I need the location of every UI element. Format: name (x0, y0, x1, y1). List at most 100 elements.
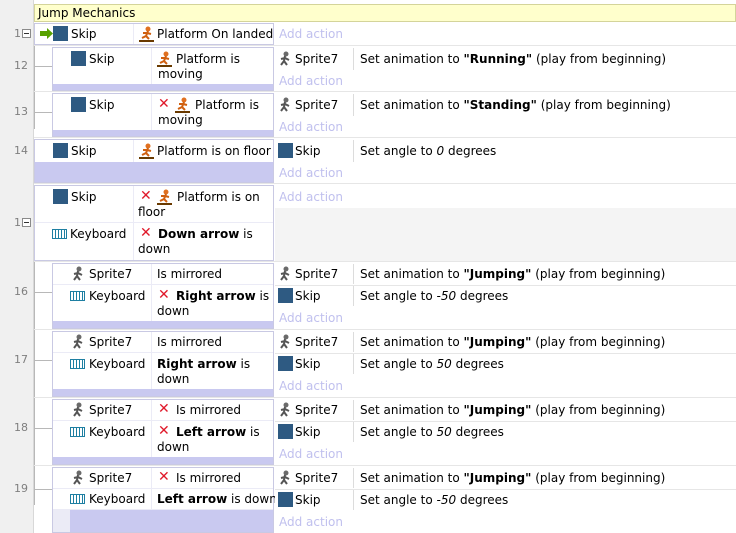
event-18-condition-cell-2[interactable]: ✕ Left arrow is down (152, 421, 273, 457)
object-name: Skip (71, 190, 97, 204)
event-11-condition-cell[interactable]: Platform On landed (134, 24, 273, 44)
platform-icon (157, 189, 172, 205)
add-action-link[interactable]: Add action (279, 27, 343, 41)
event-17-object-cell-1[interactable]: Sprite7 (53, 332, 151, 352)
keyboard-icon (70, 359, 85, 369)
sprite-icon (280, 402, 290, 417)
keyboard-icon (70, 427, 85, 437)
event-16-object-cell-2[interactable]: Keyboard (53, 285, 151, 321)
sprite-icon (280, 51, 290, 66)
action-text: Set animation toSet angle to 0 degrees (360, 144, 497, 158)
action-text: Set animation to "Jumping" (play from be… (360, 267, 666, 281)
event-12-actions[interactable]: Sprite7 Set animation to "Running" (play… (275, 48, 736, 90)
event-15-object-cell-1[interactable]: Skip (35, 186, 133, 222)
event-13-condition-cell[interactable]: ✕ Platform is moving (152, 94, 273, 130)
column-divider (353, 48, 354, 70)
event-13-object-cell[interactable]: Skip (53, 94, 151, 130)
event-group-header[interactable]: Jump Mechanics (34, 4, 736, 22)
condition-text: Platform is (195, 98, 260, 112)
separator (275, 353, 736, 354)
event-footer (53, 457, 273, 464)
platform-icon (175, 97, 190, 113)
event-11-actions[interactable]: Add action (275, 24, 736, 44)
action-text: Set angle to 50 degrees (360, 425, 504, 439)
separator (275, 285, 736, 286)
object-name: Skip (71, 27, 97, 41)
event-14-object-cell[interactable]: Skip (35, 140, 133, 162)
collapse-icon[interactable] (22, 29, 31, 38)
condition-text: Platform On landed (157, 27, 274, 41)
event-19-condition-cell-1[interactable]: ✕ Is mirrored (152, 468, 273, 488)
event-18-object-cell-2[interactable]: Keyboard (53, 421, 151, 457)
event-18-condition-cell-1[interactable]: ✕ Is mirrored (152, 400, 273, 420)
line-number-gutter (0, 0, 34, 533)
tree-line (35, 292, 52, 293)
event-18-actions[interactable]: Sprite7 Set animation to "Jumping" (play… (275, 400, 736, 464)
condition-text-cont: floor (138, 205, 166, 219)
tree-line (35, 428, 52, 429)
tree-line (35, 112, 52, 113)
add-action-link[interactable]: Add action (279, 190, 343, 204)
skip-icon (278, 143, 293, 158)
add-action-link[interactable]: Add action (279, 120, 343, 134)
event-19-condition-cell-2[interactable]: Left arrow is down (152, 489, 277, 509)
add-action-link[interactable]: Add action (279, 166, 343, 180)
object-name: Keyboard (89, 492, 146, 506)
add-action-link[interactable]: Add action (279, 515, 343, 529)
event-13-actions[interactable]: Sprite7 Set animation to "Standing" (pla… (275, 94, 736, 136)
keyboard-icon (52, 229, 67, 239)
condition-text-cont: down (157, 440, 190, 454)
add-action-link[interactable]: Add action (279, 311, 343, 325)
event-19-object-cell-1[interactable]: Sprite7 (53, 468, 151, 488)
event-12-object-cell[interactable]: Skip (53, 48, 151, 84)
add-action-link[interactable]: Add action (279, 447, 343, 461)
event-11-object-cell[interactable]: Skip (35, 24, 133, 44)
event-15-condition-cell-2[interactable]: ✕ Down arrow is down (134, 223, 273, 260)
separator (275, 421, 736, 422)
column-divider (353, 468, 354, 488)
condition-text: Platform is on floor (157, 144, 271, 158)
sprite-icon (280, 470, 290, 485)
tree-line (35, 489, 52, 490)
event-15-object-cell-2[interactable]: Keyboard (35, 223, 133, 260)
separator (34, 397, 736, 398)
event-16-condition-cell-2[interactable]: ✕ Right arrow is down (152, 285, 273, 321)
invert-x-icon: ✕ (158, 423, 170, 439)
event-19-actions[interactable]: Sprite7 Set animation to "Jumping" (play… (275, 468, 736, 532)
event-17-condition-cell-2[interactable]: Right arrow is down (152, 353, 273, 389)
event-16-object-cell-1[interactable]: Sprite7 (53, 264, 151, 284)
event-19-object-cell-2[interactable]: Keyboard (53, 489, 151, 509)
event-18-object-cell-1[interactable]: Sprite7 (53, 400, 151, 420)
trigger-arrow-icon (40, 28, 53, 39)
action-text: Set angle to -50 degrees (360, 289, 509, 303)
sprite-icon (280, 266, 290, 281)
condition-text-cont: down (138, 242, 171, 256)
event-15-actions[interactable]: Add action (275, 186, 736, 208)
event-16-condition-cell-1[interactable]: Is mirrored (152, 264, 273, 284)
sprite-icon (280, 334, 290, 349)
event-16-actions[interactable]: Sprite7 Set animation to "Jumping" (play… (275, 264, 736, 328)
event-14-actions[interactable]: Skip Set animation toSet angle to 0 degr… (275, 140, 736, 182)
condition-text: Is mirrored (176, 471, 242, 485)
event-14-condition-cell[interactable]: Platform is on floor (134, 140, 273, 162)
add-action-link[interactable]: Add action (279, 379, 343, 393)
tree-line (35, 66, 52, 67)
object-name: Skip (295, 289, 321, 303)
action-text: Set angle to 50 degrees (360, 357, 504, 371)
event-17-condition-cell-1[interactable]: Is mirrored (152, 332, 273, 352)
collapse-icon[interactable] (22, 218, 31, 227)
object-name: Sprite7 (89, 403, 133, 417)
event-15-condition-cell-1[interactable]: ✕ Platform is on floor (134, 186, 273, 222)
object-name: Keyboard (89, 289, 146, 303)
condition-text: Left arrow is down (157, 492, 277, 506)
action-text: Set animation to "Standing" (play from b… (360, 98, 671, 112)
skip-icon (71, 97, 86, 112)
event-17-object-cell-2[interactable]: Keyboard (53, 353, 151, 389)
event-12-condition-cell[interactable]: Platform is moving (152, 48, 273, 84)
skip-icon (278, 492, 293, 507)
event-17-actions[interactable]: Sprite7 Set animation to "Jumping" (play… (275, 332, 736, 396)
skip-icon (53, 189, 68, 204)
separator (34, 183, 736, 184)
add-action-link[interactable]: Add action (279, 74, 343, 88)
row-number: 13 (14, 105, 28, 118)
